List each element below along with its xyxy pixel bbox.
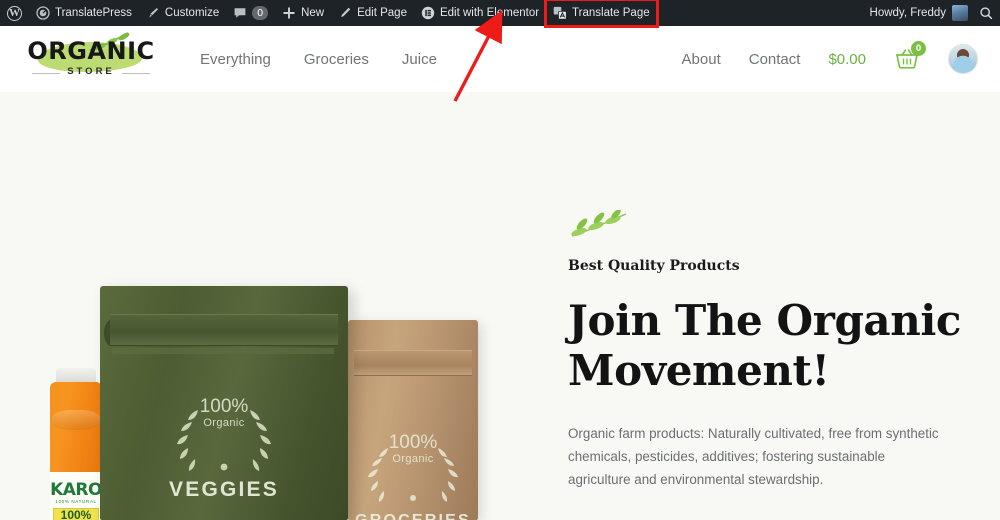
- adminbar-translatepress[interactable]: TranslatePress: [29, 0, 139, 26]
- user-avatar[interactable]: [948, 44, 978, 74]
- nav-item-everything[interactable]: Everything: [200, 51, 271, 68]
- bottle-brand: KARO: [50, 480, 102, 500]
- nav-item-contact[interactable]: Contact: [749, 51, 801, 68]
- hero-section: KARO 100% NATURAL 100% NATURAL Orange Ju…: [0, 92, 1000, 520]
- hero-copy: Best Quality Products Join The Organic M…: [568, 210, 968, 491]
- laurel-wreath-icon: [368, 448, 458, 502]
- elementor-icon: [421, 6, 435, 20]
- page-root: W TranslatePress Customize 0 New Edit Pa…: [0, 0, 1000, 520]
- nav-item-about[interactable]: About: [682, 51, 721, 68]
- nav-item-groceries[interactable]: Groceries: [304, 51, 369, 68]
- wordpress-logo-icon: W: [7, 5, 22, 21]
- logo-wordmark: ORGANIC: [27, 37, 155, 65]
- adminbar-comment-count: 0: [252, 6, 269, 20]
- adminbar-label: New: [301, 7, 325, 19]
- dashboard-icon: [36, 6, 50, 20]
- hero-heading: Join The Organic Movement!: [568, 296, 962, 395]
- wp-admin-bar: W TranslatePress Customize 0 New Edit Pa…: [0, 0, 1000, 28]
- adminbar-label: TranslatePress: [55, 7, 132, 19]
- groceries-bag: 100% Organic GROCERIES: [348, 320, 478, 520]
- adminbar-label: Edit with Elementor: [439, 7, 540, 19]
- avatar: [952, 5, 968, 21]
- hero-paragraph: Organic farm products: Naturally cultiva…: [568, 426, 939, 487]
- adminbar-comments[interactable]: 0: [226, 0, 275, 26]
- cart-button[interactable]: 0: [894, 41, 926, 71]
- plus-icon: [282, 6, 296, 20]
- bottle-natural-badge: 100% NATURAL: [53, 508, 99, 520]
- groceries-bag-name: GROCERIES: [348, 512, 478, 520]
- pencil-icon: [338, 6, 352, 20]
- paintbrush-icon: [146, 6, 160, 20]
- adminbar-howdy-label: Howdy, Freddy: [869, 7, 946, 19]
- groceries-organic-badge: 100% Organic: [348, 432, 478, 502]
- adminbar-label: Edit Page: [357, 7, 407, 19]
- logo-subtext: STORE: [67, 66, 115, 77]
- hero-eyebrow: Best Quality Products: [568, 258, 740, 274]
- bag-zip-seam: [354, 350, 472, 376]
- adminbar-wp-logo[interactable]: W: [0, 0, 29, 26]
- veggies-bag: 100% Organic VEGGIES: [100, 286, 348, 520]
- adminbar-customize[interactable]: Customize: [139, 0, 226, 26]
- juice-bottle: KARO 100% NATURAL 100% NATURAL Orange Ju…: [48, 368, 104, 520]
- bag-zip-seam: [110, 314, 338, 346]
- hero-product-image: KARO 100% NATURAL 100% NATURAL Orange Ju…: [0, 92, 560, 520]
- bottle-neck-highlight: [52, 410, 100, 430]
- bottle-badge-big: 100%: [60, 508, 92, 520]
- bottle-label: KARO 100% NATURAL 100% NATURAL Orange Ju…: [50, 472, 102, 520]
- adminbar-new[interactable]: New: [275, 0, 331, 26]
- adminbar-search[interactable]: [972, 0, 1000, 26]
- comment-bubble-icon: [233, 6, 247, 20]
- header-right-group: About Contact $0.00 0: [682, 41, 978, 74]
- adminbar-my-account[interactable]: Howdy, Freddy: [863, 0, 972, 26]
- adminbar-edit-page[interactable]: Edit Page: [331, 0, 414, 26]
- adminbar-edit-with-elementor[interactable]: Edit with Elementor: [414, 0, 546, 26]
- veggies-bag-name: VEGGIES: [169, 478, 279, 501]
- nav-item-juice[interactable]: Juice: [402, 51, 437, 68]
- site-logo[interactable]: ORGANIC STORE: [26, 32, 156, 85]
- leaf-branch-icon: [571, 210, 627, 237]
- adminbar-label: Customize: [164, 7, 220, 19]
- cart-total: $0.00: [828, 50, 866, 68]
- bag-zip-line: [112, 348, 334, 354]
- site-header: ORGANIC STORE Everything Groceries Juice…: [0, 26, 1000, 92]
- translate-icon: [553, 6, 567, 20]
- bottle-brand-sub: 100% NATURAL: [55, 499, 97, 504]
- adminbar-label: Translate Page: [572, 7, 650, 19]
- search-icon: [979, 6, 993, 20]
- primary-nav: Everything Groceries Juice: [200, 51, 437, 68]
- adminbar-translate-page[interactable]: Translate Page: [544, 0, 659, 28]
- cart-count-badge: 0: [911, 41, 926, 56]
- laurel-wreath-icon: [177, 410, 271, 471]
- veggies-organic-badge: 100% Organic: [100, 396, 348, 471]
